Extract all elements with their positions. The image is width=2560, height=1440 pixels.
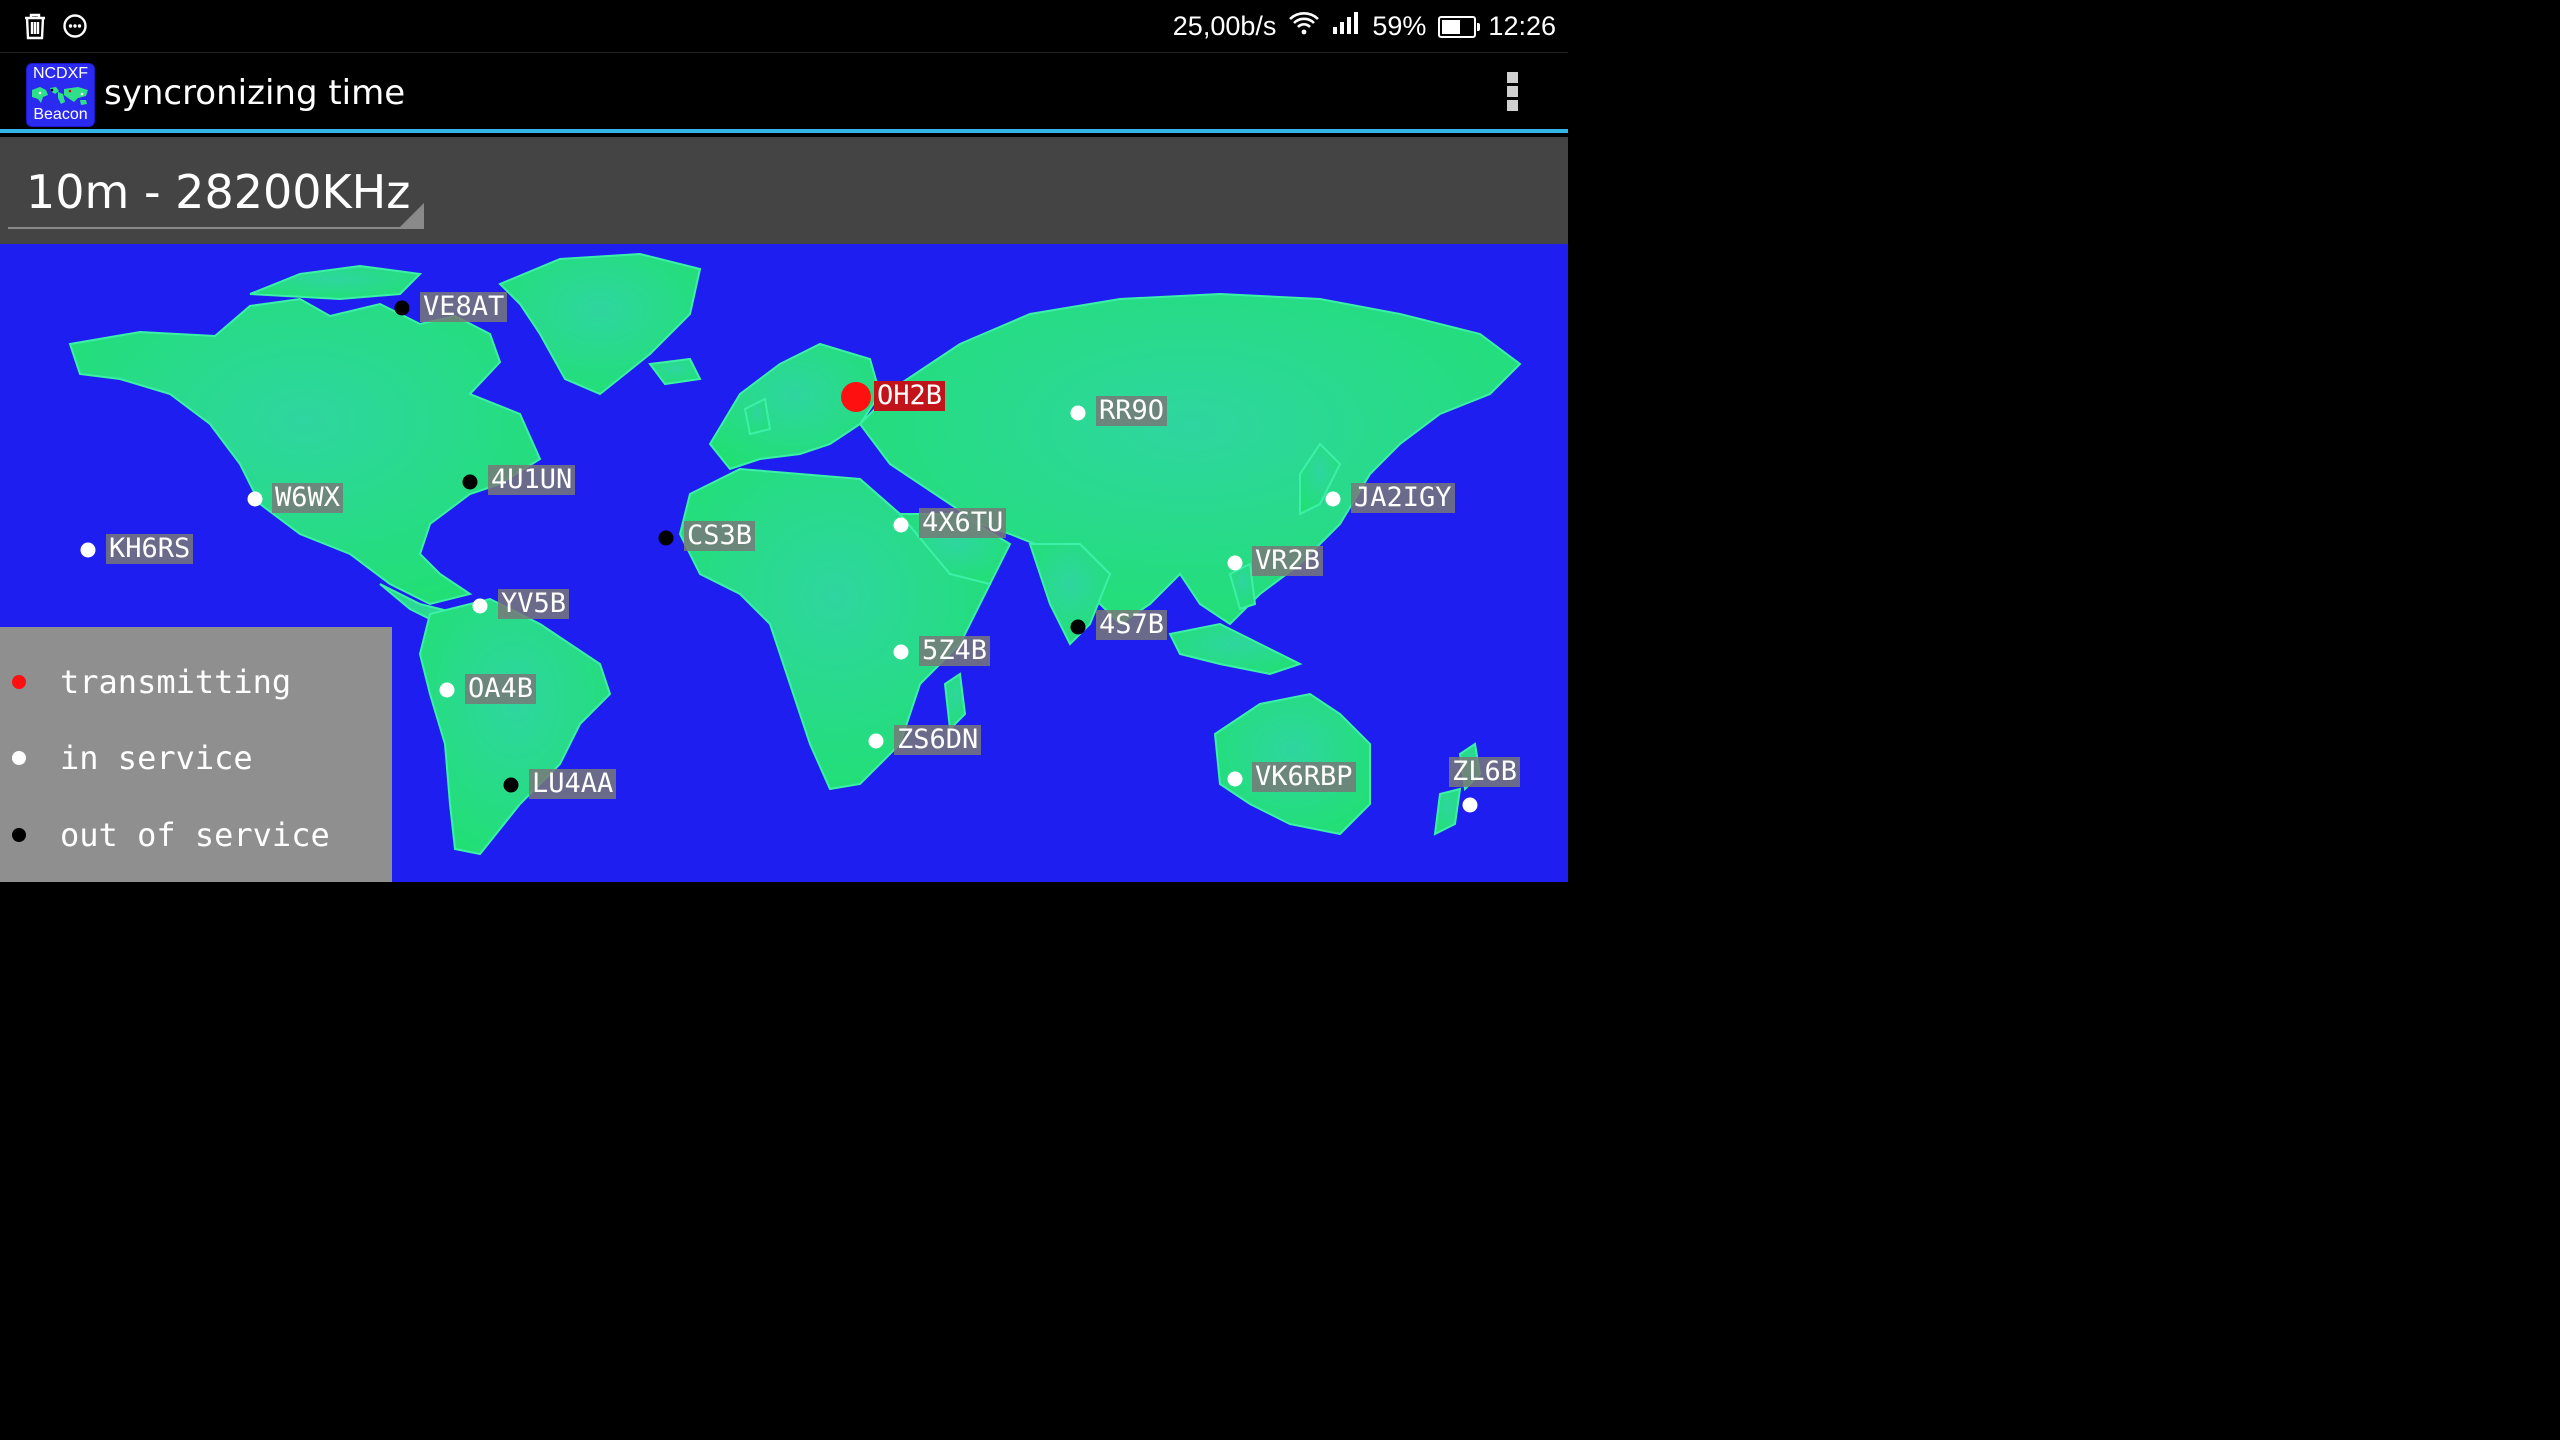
band-selected-value: 10m - 28200KHz [26,165,411,219]
overflow-dot [1506,86,1518,97]
band-bar: 10m - 28200KHz [0,137,1568,244]
beacon-marker-kh6rs[interactable] [80,542,96,558]
legend-dot-out-of-service [12,828,26,842]
beacon-marker-yv5b[interactable] [472,598,488,614]
wifi-icon [1288,10,1320,43]
legend-label: transmitting [60,663,292,701]
overflow-dot [1506,100,1518,111]
beacon-marker-zs6dn[interactable] [868,733,884,749]
band-spinner[interactable]: 10m - 28200KHz [8,147,424,229]
beacon-label-4x6tu: 4X6TU [919,508,1007,538]
beacon-dot-in-service [472,598,488,614]
beacon-marker-w6wx[interactable] [247,491,263,507]
beacon-label-ja2igy: JA2IGY [1351,483,1455,513]
beacon-dot-in-service [1070,405,1086,421]
beacon-label-cs3b: CS3B [684,521,756,551]
beacon-dot-in-service [868,733,884,749]
beacon-marker-lu4aa[interactable] [503,777,519,793]
beacon-marker-ja2igy[interactable] [1325,491,1341,507]
beacon-dot-in-service [1325,491,1341,507]
spinner-caret-icon [400,203,424,227]
trash-icon [22,12,48,45]
battery-icon [1438,15,1481,38]
beacon-dot-out-of-service [394,300,410,316]
beacon-dot-in-service [1462,797,1478,813]
action-bar: NCDXF Beacon syncronizing time [0,52,1568,133]
beacon-marker-oh2b[interactable] [841,382,871,412]
legend-dot-transmitting [12,675,26,689]
beacon-marker-rr9o[interactable] [1070,405,1086,421]
beacon-label-w6wx: W6WX [272,483,344,513]
app-icon-top-text: NCDXF [32,65,89,82]
beacon-label-oa4b: OA4B [465,674,537,704]
battery-percent: 59% [1372,11,1427,41]
beacon-label-4s7b: 4S7B [1096,610,1168,640]
beacon-label-yv5b: YV5B [498,589,570,619]
beacon-dot-in-service [439,682,455,698]
beacon-label-vk6rbp: VK6RBP [1252,762,1356,792]
overflow-dot [1506,72,1518,83]
beacon-label-oh2b: OH2B [874,381,946,411]
beacon-marker-4s7b[interactable] [1070,619,1086,635]
legend-label: out of service [60,816,330,854]
app-icon-bottom-text: Beacon [33,106,88,123]
clock: 12:26 [1488,11,1556,41]
message-icon [62,13,88,44]
app-icon: NCDXF Beacon [26,63,95,127]
beacon-label-4u1un: 4U1UN [488,465,576,495]
beacon-marker-ve8at[interactable] [394,300,410,316]
beacon-marker-vr2b[interactable] [1227,555,1243,571]
beacon-marker-zl6b[interactable] [1462,797,1478,813]
beacon-dot-in-service [893,517,909,533]
beacon-marker-4x6tu[interactable] [893,517,909,533]
signal-icon [1332,11,1360,42]
beacon-label-lu4aa: LU4AA [529,769,617,799]
beacon-label-vr2b: VR2B [1252,546,1324,576]
beacon-dot-in-service [1227,555,1243,571]
beacon-marker-oa4b[interactable] [439,682,455,698]
beacon-label-zl6b: ZL6B [1449,757,1521,787]
legend-label: in service [60,739,253,777]
beacon-dot-transmitting [841,382,871,412]
legend: transmitting in service out of service [0,627,392,882]
beacon-dot-in-service [1227,771,1243,787]
beacon-dot-out-of-service [1070,619,1086,635]
app-icon-map [30,84,92,106]
beacon-marker-4u1un[interactable] [462,474,478,490]
network-speed: 25,00b/s [1172,11,1277,41]
beacon-dot-out-of-service [658,530,674,546]
beacon-label-rr9o: RR9O [1096,396,1168,426]
beacon-dot-in-service [247,491,263,507]
status-bar: 25,00b/s 59% 12:26 [0,0,1568,52]
beacon-label-5z4b: 5Z4B [919,636,991,666]
app-title: syncronizing time [104,73,406,113]
beacon-dot-out-of-service [462,474,478,490]
beacon-marker-5z4b[interactable] [893,644,909,660]
legend-dot-in-service [12,751,26,765]
beacon-dot-in-service [80,542,96,558]
beacon-label-ve8at: VE8AT [420,292,508,322]
beacon-dot-out-of-service [503,777,519,793]
overflow-menu-button[interactable] [1500,69,1524,117]
beacon-label-zs6dn: ZS6DN [894,725,982,755]
beacon-dot-in-service [893,644,909,660]
beacon-marker-vk6rbp[interactable] [1227,771,1243,787]
beacon-label-kh6rs: KH6RS [106,534,194,564]
beacon-marker-cs3b[interactable] [658,530,674,546]
